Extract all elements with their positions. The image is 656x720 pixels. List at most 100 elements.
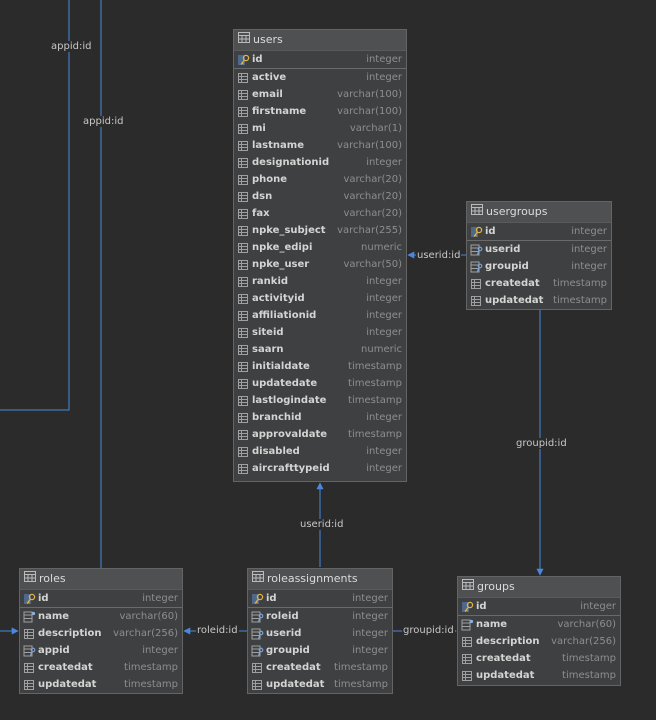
column-row[interactable]: name varchar(60) — [458, 616, 620, 633]
column-row[interactable]: approvaldate timestamp — [234, 426, 406, 443]
column-name: createdat — [485, 278, 540, 289]
column-type: varchar(20) — [343, 191, 402, 202]
column-row[interactable]: id integer — [234, 51, 406, 69]
table-title: roles — [39, 572, 66, 585]
column-row[interactable]: userid integer — [467, 241, 611, 258]
column-icon — [23, 662, 36, 674]
column-name: npke_subject — [252, 225, 326, 236]
column-icon — [237, 242, 250, 254]
column-type: integer — [142, 593, 178, 604]
column-row[interactable]: createdat timestamp — [467, 275, 611, 292]
relation-label: userid:id — [299, 519, 345, 530]
column-row[interactable]: dsn varchar(20) — [234, 188, 406, 205]
table-header[interactable]: roleassignments — [248, 569, 392, 590]
column-row[interactable]: lastlogindate timestamp — [234, 392, 406, 409]
column-row[interactable]: disabled integer — [234, 443, 406, 460]
column-row[interactable]: mi varchar(1) — [234, 120, 406, 137]
column-row[interactable]: updatedate timestamp — [234, 375, 406, 392]
column-row[interactable]: active integer — [234, 69, 406, 86]
column-row[interactable]: firstname varchar(100) — [234, 103, 406, 120]
column-row[interactable]: initialdate timestamp — [234, 358, 406, 375]
column-row[interactable]: siteid integer — [234, 324, 406, 341]
table-icon — [462, 577, 474, 597]
table-title: usergroups — [486, 205, 548, 218]
table-usergroups[interactable]: usergroups id integer userid integer groupid i… — [466, 201, 612, 310]
column-row[interactable]: groupid integer — [248, 642, 392, 659]
table-icon — [238, 30, 250, 50]
column-row[interactable]: userid integer — [248, 625, 392, 642]
column-type: timestamp — [562, 670, 616, 681]
column-row[interactable]: aircrafttypeid integer — [234, 460, 406, 477]
column-name: npke_user — [252, 259, 310, 270]
column-row[interactable]: updatedat timestamp — [248, 676, 392, 693]
column-type: varchar(60) — [557, 619, 616, 630]
column-icon — [23, 679, 36, 691]
column-icon — [237, 327, 250, 339]
column-row[interactable]: npke_edipi numeric — [234, 239, 406, 256]
column-row[interactable]: saarn numeric — [234, 341, 406, 358]
column-row[interactable]: id integer — [20, 590, 182, 608]
column-row[interactable]: description varchar(256) — [458, 633, 620, 650]
column-name: groupid — [266, 645, 310, 656]
column-row[interactable]: createdat timestamp — [20, 659, 182, 676]
column-row[interactable]: branchid integer — [234, 409, 406, 426]
primary-key-icon — [470, 226, 483, 238]
table-groups[interactable]: groups id integer name varchar(60) descriptio… — [457, 576, 621, 686]
column-row[interactable]: updatedat timestamp — [467, 292, 611, 309]
column-row[interactable]: affiliationid integer — [234, 307, 406, 324]
column-name: dsn — [252, 191, 273, 202]
column-name: id — [38, 593, 49, 604]
column-type: integer — [366, 276, 402, 287]
column-icon — [237, 174, 250, 186]
column-icon — [237, 344, 250, 356]
column-type: integer — [352, 645, 388, 656]
column-icon — [237, 191, 250, 203]
column-row[interactable]: groupid integer — [467, 258, 611, 275]
column-type: varchar(60) — [119, 611, 178, 622]
column-row[interactable]: id integer — [248, 590, 392, 608]
column-row[interactable]: description varchar(256) — [20, 625, 182, 642]
column-row[interactable]: createdat timestamp — [458, 650, 620, 667]
column-type: numeric — [361, 242, 402, 253]
column-name: phone — [252, 174, 288, 185]
column-icon — [461, 653, 474, 665]
column-row[interactable]: designationid integer — [234, 154, 406, 171]
relation-label: appid:id — [82, 116, 125, 127]
table-header[interactable]: roles — [20, 569, 182, 590]
column-type: timestamp — [553, 278, 607, 289]
column-icon — [237, 157, 250, 169]
table-title: groups — [477, 580, 515, 593]
column-name: designationid — [252, 157, 330, 168]
column-row[interactable]: npke_user varchar(50) — [234, 256, 406, 273]
column-row[interactable]: updatedat timestamp — [20, 676, 182, 693]
table-icon — [252, 569, 264, 589]
column-type: timestamp — [124, 662, 178, 673]
table-header[interactable]: users — [234, 30, 406, 51]
column-name: saarn — [252, 344, 284, 355]
column-row[interactable]: email varchar(100) — [234, 86, 406, 103]
column-type: timestamp — [348, 429, 402, 440]
column-row[interactable]: activityid integer — [234, 290, 406, 307]
column-type: varchar(1) — [349, 123, 402, 134]
column-row[interactable]: name varchar(60) — [20, 608, 182, 625]
column-row[interactable]: roleid integer — [248, 608, 392, 625]
column-icon — [237, 123, 250, 135]
table-users[interactable]: users id integer active integer email varchar(… — [233, 29, 407, 482]
column-row[interactable]: fax varchar(20) — [234, 205, 406, 222]
column-row[interactable]: createdat timestamp — [248, 659, 392, 676]
column-row[interactable]: id integer — [467, 223, 611, 241]
column-row[interactable]: id integer — [458, 598, 620, 616]
column-row[interactable]: appid integer — [20, 642, 182, 659]
relation-line-appid-top — [0, 0, 70, 411]
table-header[interactable]: groups — [458, 577, 620, 598]
column-row[interactable]: phone varchar(20) — [234, 171, 406, 188]
table-roleassignments[interactable]: roleassignments id integer roleid integer use… — [247, 568, 393, 694]
table-icon — [24, 569, 36, 589]
table-roles[interactable]: roles id integer name varchar(60) description… — [19, 568, 183, 694]
column-row[interactable]: rankid integer — [234, 273, 406, 290]
table-header[interactable]: usergroups — [467, 202, 611, 223]
column-icon — [237, 276, 250, 288]
column-row[interactable]: updatedat timestamp — [458, 667, 620, 684]
column-row[interactable]: npke_subject varchar(255) — [234, 222, 406, 239]
column-row[interactable]: lastname varchar(100) — [234, 137, 406, 154]
